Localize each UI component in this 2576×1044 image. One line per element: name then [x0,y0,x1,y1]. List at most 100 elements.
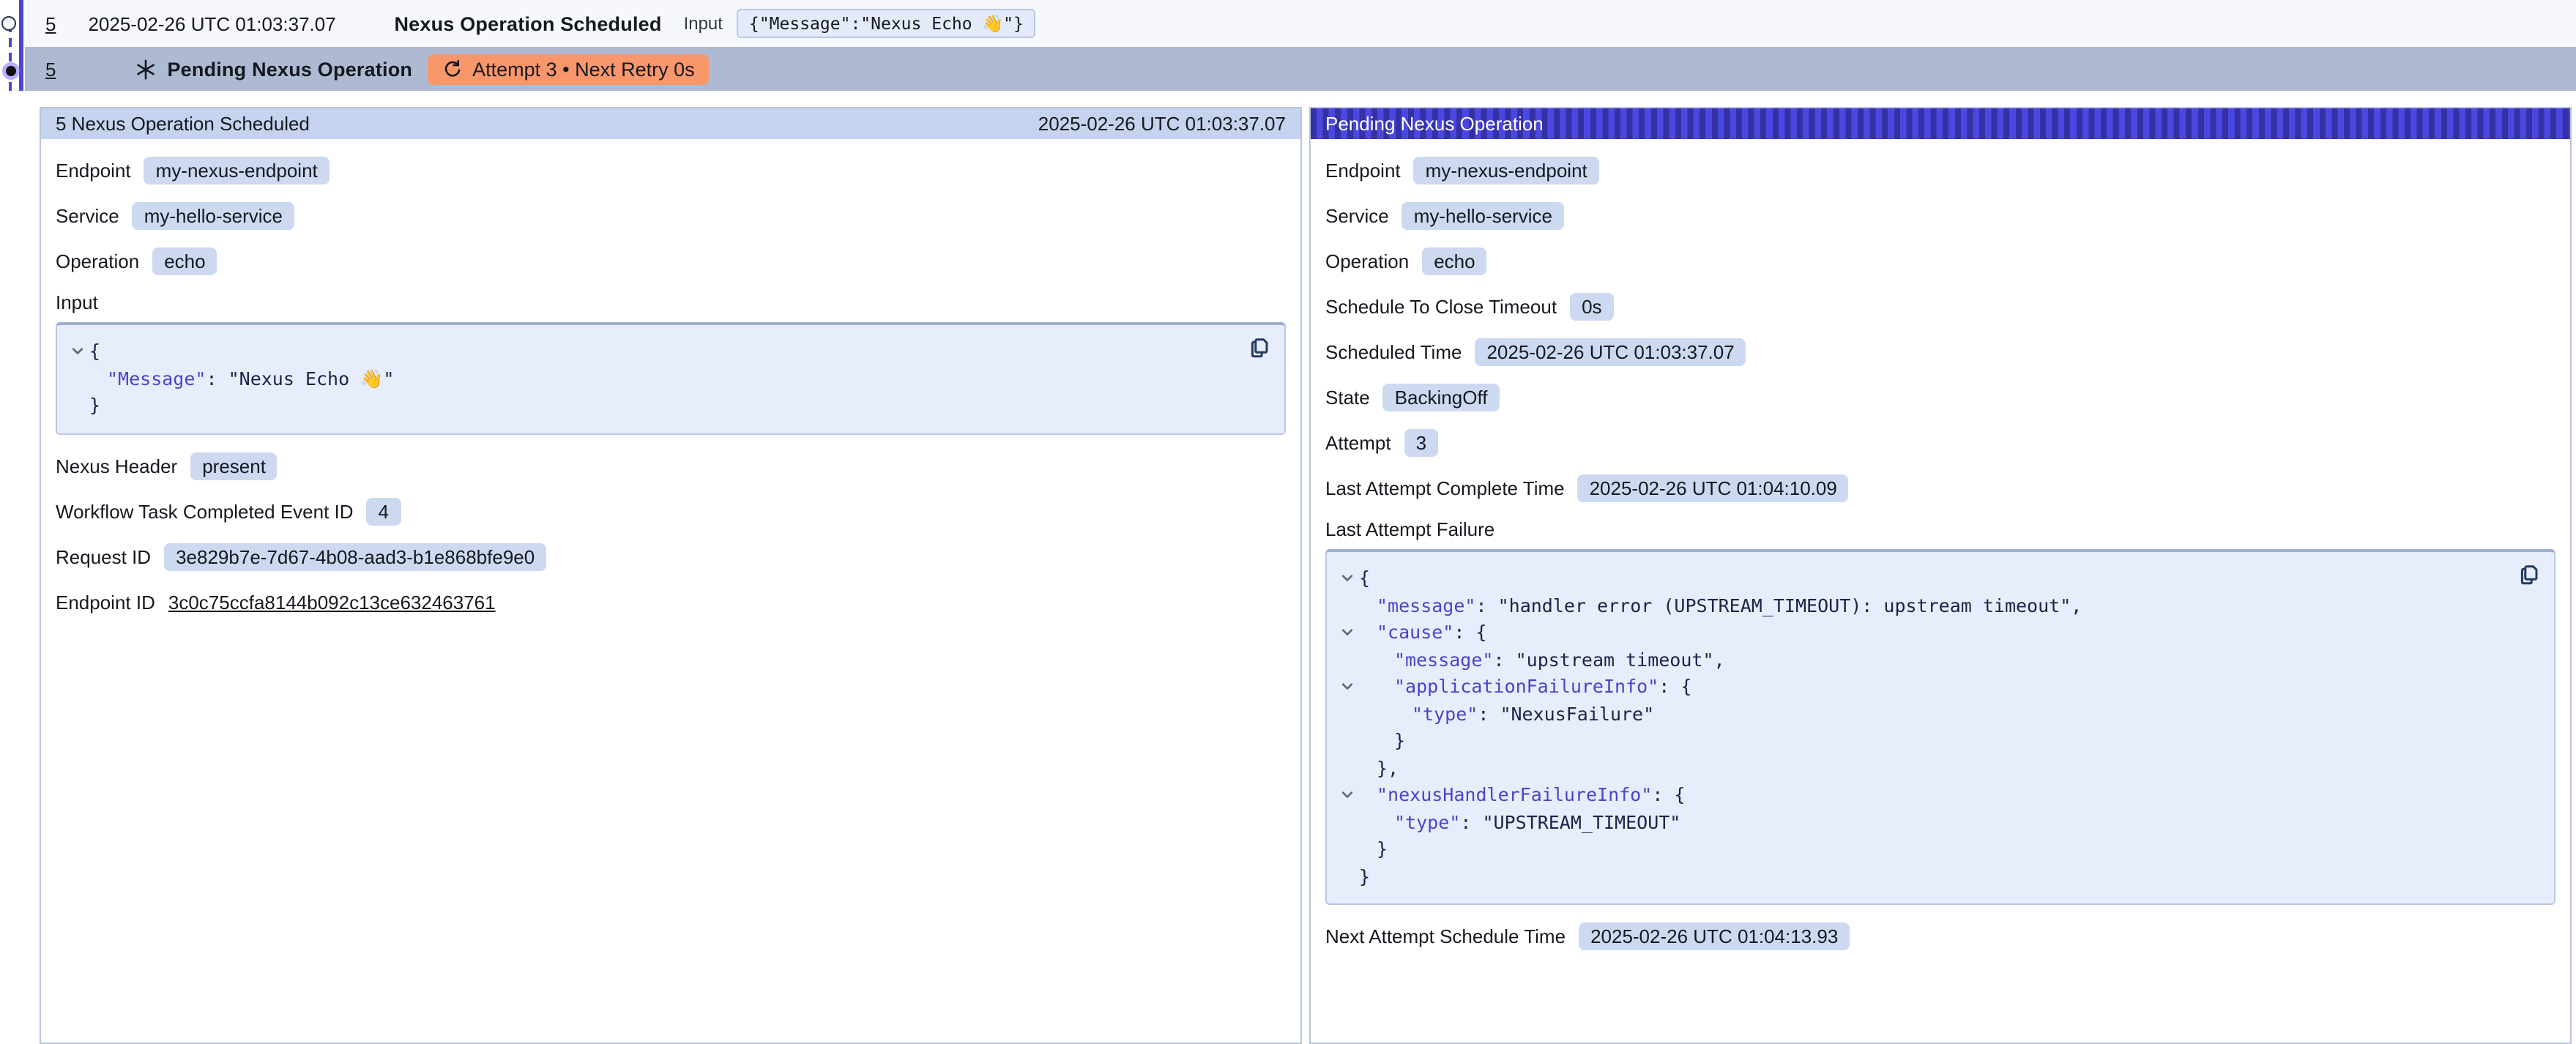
field-label: Operation [1325,250,1409,272]
event-title: Pending Nexus Operation [167,58,412,80]
code-text: { [1359,565,1370,592]
timeline-active-line [19,0,23,91]
field-value-badge: 3e829b7e-7d67-4b08-aad3-b1e868bfe9e0 [164,542,546,570]
code-text: "message": "handler error (UPSTREAM_TIME… [1359,592,2082,619]
field-label: State [1325,387,1370,409]
field-value-badge: 4 [367,497,401,525]
field-row-endpoint-id: Endpoint ID 3c0c75ccfa8144b092c13ce632463… [56,586,1286,617]
code-text: "message": "upstream timeout", [1359,646,1725,674]
event-id-link[interactable]: 5 [45,12,56,34]
field-label: Input [56,291,1286,313]
retry-icon [442,59,462,79]
collapse-chevron-icon[interactable] [70,345,84,359]
field-label: Endpoint [1325,160,1401,182]
scheduled-panel-header: 5 Nexus Operation Scheduled 2025-02-26 U… [41,108,1300,139]
code-text: } [1359,836,1388,863]
field-value-badge: 3 [1404,429,1438,457]
code-fold-toggle[interactable] [64,345,89,359]
field-value-badge: echo [152,247,217,275]
code-text: "applicationFailureInfo": { [1359,674,1691,701]
code-line: } [64,392,1235,420]
code-text: }, [1359,755,1399,782]
collapse-chevron-icon[interactable] [1339,680,1354,695]
code-line: } [1334,836,2504,863]
code-line: "message": "upstream timeout", [1334,646,2504,674]
field-label: Last Attempt Complete Time [1325,477,1565,499]
field-row-workflow-task-completed-event-id: Workflow Task Completed Event ID 4 [56,496,1286,526]
timeline-dashed-connector [9,23,12,91]
field-value-badge: present [190,452,278,480]
pending-panel-body: Endpoint my-nexus-endpoint Service my-hello… [1311,139,2570,966]
retry-attempt-badge: Attempt 3 • Next Retry 0s [427,53,710,84]
field-row-service: Service my-hello-service [1325,201,2555,231]
field-label: Workflow Task Completed Event ID [56,500,354,522]
field-value-badge: echo [1422,247,1486,275]
field-value-badge: my-nexus-endpoint [1414,157,1599,184]
timeline-marker-open-icon [1,16,16,31]
code-fold-toggle[interactable] [1334,788,1359,803]
pending-panel-header: Pending Nexus Operation [1311,108,2570,139]
field-value-badge: 2025-02-26 UTC 01:03:37.07 [1475,338,1746,366]
field-label: Request ID [56,545,151,567]
event-row-nexus-operation-scheduled[interactable]: 5 2025-02-26 UTC 01:03:37.07 Nexus Opera… [25,0,2576,47]
collapse-chevron-icon[interactable] [1339,572,1354,586]
code-text: } [1359,863,1370,890]
field-row-service: Service my-hello-service [56,201,1286,231]
field-label: Operation [56,250,139,272]
event-time: 2025-02-26 UTC 01:03:37.07 [88,12,366,34]
field-value-badge: 0s [1570,293,1613,321]
field-value-badge: 2025-02-26 UTC 01:04:13.93 [1579,922,1850,950]
code-text: "type": "UPSTREAM_TIMEOUT" [1359,809,1680,836]
code-text: "cause": { [1359,619,1487,646]
field-label: Next Attempt Schedule Time [1325,925,1566,947]
scheduled-event-panel: 5 Nexus Operation Scheduled 2025-02-26 U… [40,107,1302,1044]
field-label: Last Attempt Failure [1325,518,2555,540]
code-line: "type": "NexusFailure" [1334,701,2504,728]
copy-button[interactable] [1248,337,1271,360]
field-row-attempt: Attempt3 [1325,428,2555,458]
scheduled-panel-title: 5 Nexus Operation Scheduled [56,113,310,135]
code-text: "type": "NexusFailure" [1359,701,1654,728]
code-line: } [1334,863,2504,890]
field-label: Nexus Header [56,455,177,477]
code-line: "Message": "Nexus Echo 👋" [64,365,1235,392]
field-label: Scheduled Time [1325,341,1462,363]
code-text: "Message": "Nexus Echo 👋" [89,365,394,392]
code-line: "cause": { [1334,619,2504,646]
field-value-link[interactable]: 3c0c75ccfa8144b092c13ce632463761 [168,591,496,613]
event-title: Nexus Operation Scheduled [394,12,661,34]
field-label: Endpoint [56,160,131,182]
field-row-nexus-header: Nexus Header present [56,450,1286,481]
code-line: }, [1334,755,2504,782]
field-label: Service [56,205,119,227]
field-value-badge: my-hello-service [133,202,294,230]
collapse-chevron-icon[interactable] [1339,788,1354,803]
event-input-label: Input [684,13,723,34]
field-value-badge: my-hello-service [1402,202,1564,230]
event-detail-panels: 5 Nexus Operation Scheduled 2025-02-26 U… [40,107,2572,1044]
copy-button[interactable] [2517,564,2541,587]
collapse-chevron-icon[interactable] [1339,626,1354,641]
code-line: { [1334,565,2504,592]
event-input-preview-badge: {"Message":"Nexus Echo 👋"} [737,9,1035,38]
field-label: Endpoint ID [56,591,155,613]
event-id-link[interactable]: 5 [45,58,56,80]
field-row-last-attempt-complete-time: Last Attempt Complete Time2025-02-26 UTC… [1325,473,2555,504]
code-fold-toggle[interactable] [1334,626,1359,641]
json-viewer-last-attempt-failure: {"message": "handler error (UPSTREAM_TIM… [1325,549,2555,905]
code-line: "nexusHandlerFailureInfo": { [1334,782,2504,809]
field-label: Service [1325,205,1389,227]
copy-icon [2517,564,2541,587]
field-row-operation: Operation echo [56,246,1286,277]
code-text: } [89,392,100,420]
field-row-operation: Operation echo [1325,246,2555,277]
code-fold-toggle[interactable] [1334,572,1359,586]
pending-asterisk-icon [135,58,157,80]
field-row-scheduled-time: Scheduled Time 2025-02-26 UTC 01:03:37.07 [1325,337,2555,368]
code-fold-toggle[interactable] [1334,680,1359,695]
field-row-endpoint: Endpoint my-nexus-endpoint [1325,155,2555,186]
code-text: { [89,338,100,365]
code-line: "type": "UPSTREAM_TIMEOUT" [1334,809,2504,836]
event-row-pending-nexus-operation[interactable]: 5 Pending Nexus Operation Attempt 3 • Ne… [25,47,2576,91]
field-value-badge: BackingOff [1383,384,1500,411]
